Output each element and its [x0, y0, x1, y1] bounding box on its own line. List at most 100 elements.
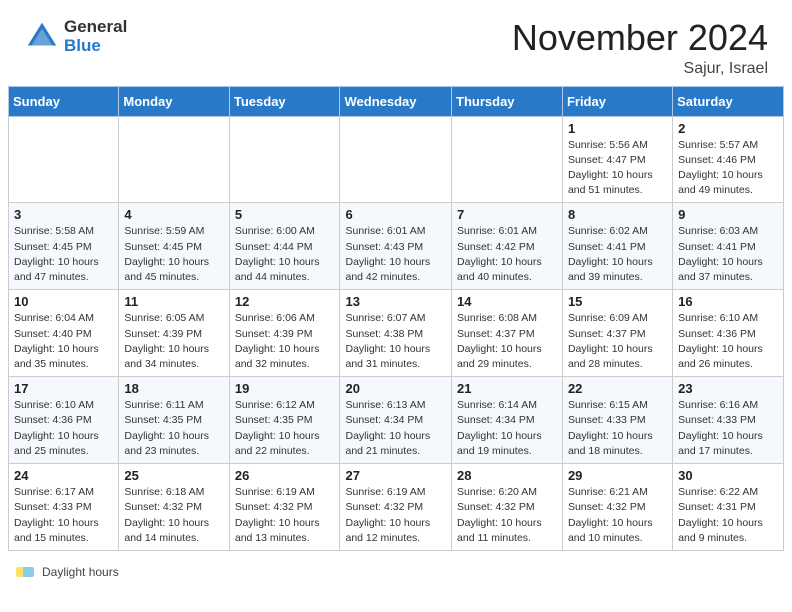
- calendar-cell: 25 Sunrise: 6:18 AM Sunset: 4:32 PM Dayli…: [119, 464, 229, 551]
- calendar-header-row: SundayMondayTuesdayWednesdayThursdayFrid…: [9, 86, 784, 116]
- calendar-cell: 28 Sunrise: 6:20 AM Sunset: 4:32 PM Dayli…: [452, 464, 563, 551]
- calendar-cell: 23 Sunrise: 6:16 AM Sunset: 4:33 PM Dayli…: [673, 377, 784, 464]
- calendar-week-row: 10 Sunrise: 6:04 AM Sunset: 4:40 PM Dayli…: [9, 290, 784, 377]
- day-number: 18: [124, 381, 223, 396]
- calendar-cell: 9 Sunrise: 6:03 AM Sunset: 4:41 PM Daylig…: [673, 203, 784, 290]
- day-number: 1: [568, 121, 667, 136]
- calendar-cell: 24 Sunrise: 6:17 AM Sunset: 4:33 PM Dayli…: [9, 464, 119, 551]
- day-info: Sunrise: 6:02 AM Sunset: 4:41 PM Dayligh…: [568, 224, 667, 285]
- day-info: Sunrise: 6:16 AM Sunset: 4:33 PM Dayligh…: [678, 398, 778, 459]
- day-number: 10: [14, 294, 113, 309]
- day-info: Sunrise: 6:19 AM Sunset: 4:32 PM Dayligh…: [235, 485, 335, 546]
- calendar-cell: 27 Sunrise: 6:19 AM Sunset: 4:32 PM Dayli…: [340, 464, 452, 551]
- day-info: Sunrise: 6:11 AM Sunset: 4:35 PM Dayligh…: [124, 398, 223, 459]
- calendar-week-row: 17Sunrise: 6:10 AM Sunset: 4:36 PM Dayli…: [9, 377, 784, 464]
- calendar-cell: 14Sunrise: 6:08 AM Sunset: 4:37 PM Dayli…: [452, 290, 563, 377]
- day-info: Sunrise: 6:07 AM Sunset: 4:38 PM Dayligh…: [345, 311, 446, 372]
- calendar-cell: [9, 116, 119, 203]
- day-number: 21: [457, 381, 557, 396]
- day-info: Sunrise: 6:12 AM Sunset: 4:35 PM Dayligh…: [235, 398, 335, 459]
- calendar-cell: 15Sunrise: 6:09 AM Sunset: 4:37 PM Dayli…: [562, 290, 672, 377]
- logo-blue: Blue: [64, 37, 127, 56]
- calendar-cell: [452, 116, 563, 203]
- calendar-cell: 6Sunrise: 6:01 AM Sunset: 4:43 PM Daylig…: [340, 203, 452, 290]
- calendar-table: SundayMondayTuesdayWednesdayThursdayFrid…: [8, 86, 784, 551]
- day-info: Sunrise: 6:13 AM Sunset: 4:34 PM Dayligh…: [345, 398, 446, 459]
- calendar-cell: [340, 116, 452, 203]
- day-info: Sunrise: 5:57 AM Sunset: 4:46 PM Dayligh…: [678, 138, 778, 199]
- day-number: 20: [345, 381, 446, 396]
- header: General Blue November 2024 Sajur, Israel: [0, 0, 792, 86]
- day-info: Sunrise: 6:19 AM Sunset: 4:32 PM Dayligh…: [345, 485, 446, 546]
- location: Sajur, Israel: [512, 60, 768, 78]
- daylight-label: Daylight hours: [42, 565, 119, 579]
- day-number: 27: [345, 468, 446, 483]
- calendar-cell: 2 Sunrise: 5:57 AM Sunset: 4:46 PM Daylig…: [673, 116, 784, 203]
- calendar-cell: 10 Sunrise: 6:04 AM Sunset: 4:40 PM Dayli…: [9, 290, 119, 377]
- logo: General Blue: [24, 18, 127, 55]
- day-info: Sunrise: 6:09 AM Sunset: 4:37 PM Dayligh…: [568, 311, 667, 372]
- day-info: Sunrise: 6:01 AM Sunset: 4:43 PM Dayligh…: [345, 224, 446, 285]
- day-info: Sunrise: 6:14 AM Sunset: 4:34 PM Dayligh…: [457, 398, 557, 459]
- month-title: November 2024: [512, 18, 768, 58]
- calendar-cell: 3Sunrise: 5:58 AM Sunset: 4:45 PM Daylig…: [9, 203, 119, 290]
- calendar-cell: 17Sunrise: 6:10 AM Sunset: 4:36 PM Dayli…: [9, 377, 119, 464]
- calendar-cell: 5 Sunrise: 6:00 AM Sunset: 4:44 PM Daylig…: [229, 203, 340, 290]
- day-number: 28: [457, 468, 557, 483]
- day-number: 8: [568, 207, 667, 222]
- calendar-cell: 1Sunrise: 5:56 AM Sunset: 4:47 PM Daylig…: [562, 116, 672, 203]
- day-info: Sunrise: 6:04 AM Sunset: 4:40 PM Dayligh…: [14, 311, 113, 372]
- calendar-cell: 16Sunrise: 6:10 AM Sunset: 4:36 PM Dayli…: [673, 290, 784, 377]
- calendar-cell: [229, 116, 340, 203]
- day-number: 26: [235, 468, 335, 483]
- day-number: 5: [235, 207, 335, 222]
- col-header-thursday: Thursday: [452, 86, 563, 116]
- day-number: 23: [678, 381, 778, 396]
- day-info: Sunrise: 6:06 AM Sunset: 4:39 PM Dayligh…: [235, 311, 335, 372]
- day-info: Sunrise: 6:05 AM Sunset: 4:39 PM Dayligh…: [124, 311, 223, 372]
- logo-text: General Blue: [64, 18, 127, 55]
- calendar-cell: 30 Sunrise: 6:22 AM Sunset: 4:31 PM Dayli…: [673, 464, 784, 551]
- day-number: 25: [124, 468, 223, 483]
- day-info: Sunrise: 6:00 AM Sunset: 4:44 PM Dayligh…: [235, 224, 335, 285]
- calendar-cell: 26 Sunrise: 6:19 AM Sunset: 4:32 PM Dayli…: [229, 464, 340, 551]
- calendar-cell: 19Sunrise: 6:12 AM Sunset: 4:35 PM Dayli…: [229, 377, 340, 464]
- day-info: Sunrise: 6:18 AM Sunset: 4:32 PM Dayligh…: [124, 485, 223, 546]
- day-number: 29: [568, 468, 667, 483]
- day-info: Sunrise: 6:20 AM Sunset: 4:32 PM Dayligh…: [457, 485, 557, 546]
- day-info: Sunrise: 6:17 AM Sunset: 4:33 PM Dayligh…: [14, 485, 113, 546]
- day-number: 30: [678, 468, 778, 483]
- col-header-monday: Monday: [119, 86, 229, 116]
- logo-icon: [24, 19, 60, 55]
- day-number: 11: [124, 294, 223, 309]
- calendar-cell: [119, 116, 229, 203]
- calendar-cell: 29 Sunrise: 6:21 AM Sunset: 4:32 PM Dayli…: [562, 464, 672, 551]
- day-number: 9: [678, 207, 778, 222]
- day-info: Sunrise: 6:03 AM Sunset: 4:41 PM Dayligh…: [678, 224, 778, 285]
- day-info: Sunrise: 6:10 AM Sunset: 4:36 PM Dayligh…: [678, 311, 778, 372]
- calendar-week-row: 3Sunrise: 5:58 AM Sunset: 4:45 PM Daylig…: [9, 203, 784, 290]
- day-info: Sunrise: 6:21 AM Sunset: 4:32 PM Dayligh…: [568, 485, 667, 546]
- day-info: Sunrise: 6:01 AM Sunset: 4:42 PM Dayligh…: [457, 224, 557, 285]
- calendar-week-row: 24 Sunrise: 6:17 AM Sunset: 4:33 PM Dayli…: [9, 464, 784, 551]
- day-number: 24: [14, 468, 113, 483]
- title-block: November 2024 Sajur, Israel: [512, 18, 768, 78]
- calendar-wrapper: SundayMondayTuesdayWednesdayThursdayFrid…: [0, 86, 792, 551]
- day-number: 2: [678, 121, 778, 136]
- col-header-friday: Friday: [562, 86, 672, 116]
- col-header-wednesday: Wednesday: [340, 86, 452, 116]
- calendar-cell: 12 Sunrise: 6:06 AM Sunset: 4:39 PM Dayli…: [229, 290, 340, 377]
- calendar-cell: 4Sunrise: 5:59 AM Sunset: 4:45 PM Daylig…: [119, 203, 229, 290]
- col-header-saturday: Saturday: [673, 86, 784, 116]
- calendar-cell: 18 Sunrise: 6:11 AM Sunset: 4:35 PM Dayli…: [119, 377, 229, 464]
- day-info: Sunrise: 5:58 AM Sunset: 4:45 PM Dayligh…: [14, 224, 113, 285]
- calendar-week-row: 1Sunrise: 5:56 AM Sunset: 4:47 PM Daylig…: [9, 116, 784, 203]
- col-header-tuesday: Tuesday: [229, 86, 340, 116]
- day-info: Sunrise: 6:22 AM Sunset: 4:31 PM Dayligh…: [678, 485, 778, 546]
- calendar-cell: 13Sunrise: 6:07 AM Sunset: 4:38 PM Dayli…: [340, 290, 452, 377]
- calendar-cell: 7Sunrise: 6:01 AM Sunset: 4:42 PM Daylig…: [452, 203, 563, 290]
- calendar-cell: 11 Sunrise: 6:05 AM Sunset: 4:39 PM Dayli…: [119, 290, 229, 377]
- day-number: 22: [568, 381, 667, 396]
- day-number: 12: [235, 294, 335, 309]
- day-info: Sunrise: 6:10 AM Sunset: 4:36 PM Dayligh…: [14, 398, 113, 459]
